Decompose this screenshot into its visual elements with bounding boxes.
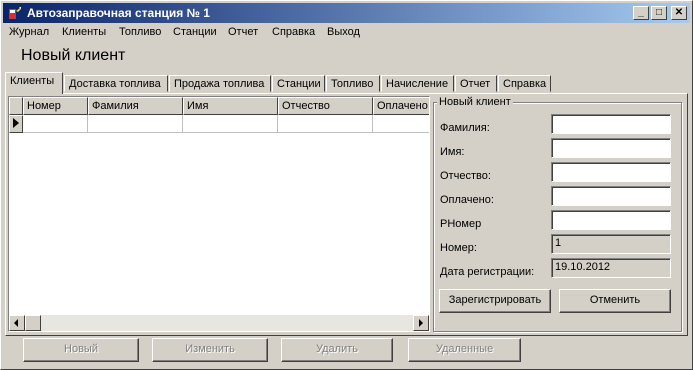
new-button[interactable]: Новый [23, 338, 139, 362]
number-label: Номер: [440, 242, 477, 254]
delete-button[interactable]: Удалить [281, 338, 393, 362]
tab-help[interactable]: Справка [498, 75, 551, 92]
new-client-group-title: Новый клиент [437, 96, 513, 108]
column-header-paid[interactable]: Оплачено [373, 97, 429, 115]
column-header-lastname[interactable]: Фамилия [88, 97, 183, 115]
deleted-button[interactable]: Удаленные [408, 338, 521, 362]
menu-clients[interactable]: Клиенты [61, 26, 107, 38]
grid-header: Номер Фамилия Имя Отчество Оплачено [9, 97, 429, 115]
title-bar: Автозаправочная станция № 1 _ □ ✕ [3, 3, 690, 23]
window-title: Автозаправочная станция № 1 [27, 6, 210, 20]
tab-clients[interactable]: Клиенты [5, 72, 63, 94]
scroll-left-button[interactable] [9, 315, 25, 331]
firstname-input[interactable] [551, 138, 671, 158]
phone-input[interactable] [551, 210, 671, 230]
arrow-left-icon [14, 319, 18, 327]
menu-fuel[interactable]: Топливо [118, 26, 162, 38]
row-indicator [9, 115, 23, 133]
column-header-number[interactable]: Номер [23, 97, 88, 115]
menu-help[interactable]: Справка [271, 26, 316, 38]
tab-fuel[interactable]: Топливо [326, 75, 380, 92]
patronymic-label: Отчество: [440, 170, 491, 182]
paid-label: Оплачено: [440, 194, 494, 206]
arrow-right-icon [419, 319, 423, 327]
current-row-arrow-icon [13, 118, 19, 128]
column-header-patronymic[interactable]: Отчество [278, 97, 373, 115]
main-window: Автозаправочная станция № 1 _ □ ✕ Журнал… [0, 0, 693, 370]
edit-button[interactable]: Изменить [152, 338, 268, 362]
horizontal-scrollbar[interactable] [9, 315, 429, 331]
page-title: Новый клиент [21, 47, 126, 64]
scroll-thumb[interactable] [25, 315, 41, 331]
fuel-pump-icon [9, 7, 21, 19]
tab-fuel-delivery[interactable]: Доставка топлива [64, 75, 168, 92]
cell-firstname[interactable] [183, 115, 278, 133]
lastname-label: Фамилия: [440, 122, 490, 134]
registration-date-label: Дата регистрации: [440, 266, 535, 278]
maximize-button[interactable]: □ [651, 6, 667, 20]
lastname-input[interactable] [551, 114, 671, 134]
menu-stations[interactable]: Станции [172, 26, 218, 38]
tab-fuel-sales[interactable]: Продажа топлива [169, 75, 271, 92]
registration-date-field: 19.10.2012 [551, 258, 671, 278]
number-field: 1 [551, 234, 671, 254]
firstname-label: Имя: [440, 146, 465, 158]
menu-journal[interactable]: Журнал [8, 26, 50, 38]
cancel-button[interactable]: Отменить [559, 289, 671, 313]
cell-patronymic[interactable] [278, 115, 373, 133]
tab-accrual[interactable]: Начисление [381, 75, 454, 92]
scroll-right-button[interactable] [413, 315, 429, 331]
cell-paid[interactable] [373, 115, 429, 133]
menu-report[interactable]: Отчет [227, 26, 259, 38]
cell-number[interactable] [23, 115, 88, 133]
table-row[interactable] [9, 115, 429, 133]
register-button[interactable]: Зарегистрировать [439, 289, 551, 313]
menu-bar: Журнал Клиенты Топливо Станции Отчет Спр… [3, 23, 690, 43]
patronymic-input[interactable] [551, 162, 671, 182]
column-header-firstname[interactable]: Имя [183, 97, 278, 115]
clients-grid[interactable]: Номер Фамилия Имя Отчество Оплачено [8, 96, 430, 332]
phone-label: PHомер [440, 218, 482, 230]
tab-stations[interactable]: Станции [272, 75, 325, 92]
grid-corner [9, 97, 23, 115]
paid-input[interactable] [551, 186, 671, 206]
minimize-button[interactable]: _ [633, 6, 649, 20]
cell-lastname[interactable] [88, 115, 183, 133]
menu-exit[interactable]: Выход [326, 26, 361, 38]
tab-report[interactable]: Отчет [455, 75, 497, 92]
close-button[interactable]: ✕ [671, 6, 687, 20]
